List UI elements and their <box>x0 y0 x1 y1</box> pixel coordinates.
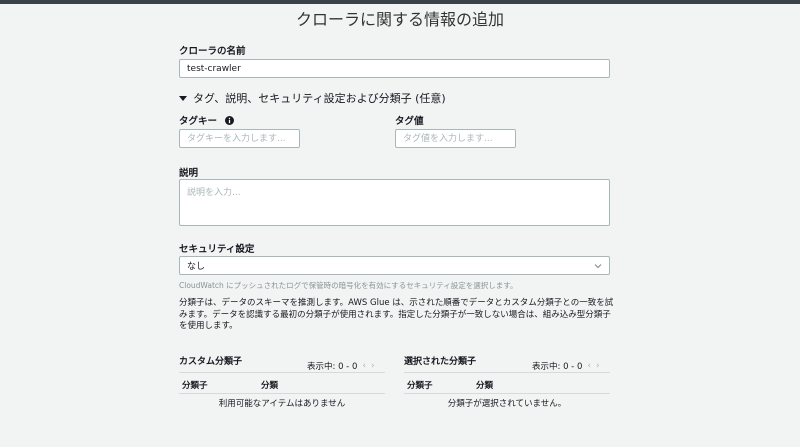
custom-classifiers-range: 表示中: 0 - 0 <box>307 362 358 372</box>
selected-classifiers-pager: 表示中: 0 - 0 ‹ › <box>532 360 600 372</box>
selected-classifiers-header: 分類子 分類 <box>404 372 610 394</box>
caret-down-icon <box>179 96 187 101</box>
tag-key-input[interactable] <box>179 129 300 148</box>
crawler-name-input[interactable] <box>179 59 610 78</box>
tag-value-input[interactable] <box>395 129 516 148</box>
tag-key-label-text: タグキー <box>179 116 218 127</box>
chevron-down-icon <box>594 264 602 269</box>
security-selected-value: なし <box>187 262 206 272</box>
optional-section-label: タグ、説明、セキュリティ設定および分類子 (任意) <box>193 92 446 105</box>
column-classification[interactable]: 分類 <box>261 379 278 391</box>
custom-classifiers-pager: 表示中: 0 - 0 ‹ › <box>307 360 375 372</box>
info-icon[interactable] <box>225 116 235 125</box>
page-title: クローラに関する情報の追加 <box>295 10 504 29</box>
chevron-left-icon[interactable]: ‹ <box>587 361 591 371</box>
chevron-right-icon[interactable]: › <box>596 361 600 371</box>
top-bar <box>0 0 800 4</box>
selected-classifiers-empty: 分類子が選択されていません。 <box>447 399 567 409</box>
custom-classifiers-empty: 利用可能なアイテムはありません <box>218 399 346 409</box>
chevron-right-icon[interactable]: › <box>371 361 375 371</box>
description-textarea[interactable] <box>179 179 610 226</box>
optional-section-toggle[interactable]: タグ、説明、セキュリティ設定および分類子 (任意) <box>179 90 446 106</box>
selected-classifiers-title: 選択された分類子 <box>404 357 477 367</box>
column-classifier[interactable]: 分類子 <box>182 379 208 391</box>
chevron-left-icon[interactable]: ‹ <box>362 361 366 371</box>
column-classifier[interactable]: 分類子 <box>407 379 433 391</box>
tag-value-label: タグ値 <box>395 116 424 127</box>
custom-classifiers-title: カスタム分類子 <box>179 357 243 367</box>
crawler-name-label: クローラの名前 <box>179 46 246 57</box>
custom-classifiers-header: 分類子 分類 <box>179 372 385 394</box>
tag-key-label: タグキー <box>179 113 235 127</box>
selected-classifiers-range: 表示中: 0 - 0 <box>532 362 583 372</box>
classifier-description: 分類子は、データのスキーマを推測します。AWS Glue は、示された順番でデー… <box>179 298 614 331</box>
security-select[interactable]: なし <box>179 256 610 275</box>
column-classification[interactable]: 分類 <box>476 379 493 391</box>
security-hint: CloudWatch にプッシュされたログで保管時の暗号化を有効にするセキュリテ… <box>179 281 518 290</box>
security-label: セキュリティ設定 <box>179 244 255 255</box>
description-label: 説明 <box>179 168 199 179</box>
